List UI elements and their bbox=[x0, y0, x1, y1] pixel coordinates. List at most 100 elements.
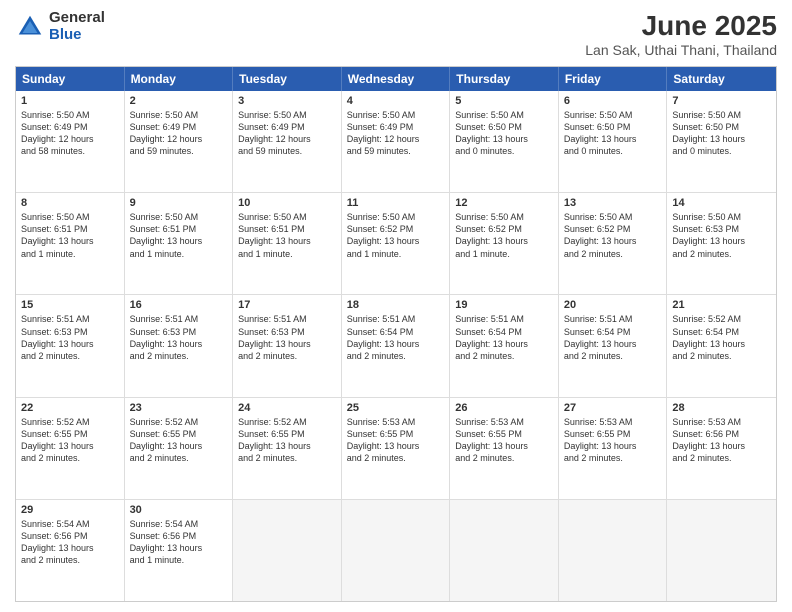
day-number: 14 bbox=[672, 197, 771, 209]
calendar-cell-3-1: 23 Sunrise: 5:52 AM Sunset: 6:55 PM Dayli… bbox=[125, 398, 234, 499]
calendar-row-4: 29Sunrise: 5:54 AM Sunset: 6:56 PM Dayli… bbox=[16, 499, 776, 601]
calendar-cell-1-6: 14 Sunrise: 5:50 AM Sunset: 6:53 PM Dayli… bbox=[667, 193, 776, 294]
day-info: Sunrise: 5:50 AM Sunset: 6:50 PM Dayligh… bbox=[455, 109, 553, 158]
header: General Blue June 2025 Lan Sak, Uthai Th… bbox=[15, 10, 777, 58]
day-number: 22 bbox=[21, 402, 119, 414]
calendar-cell-2-1: 16Sunrise: 5:51 AM Sunset: 6:53 PM Dayli… bbox=[125, 295, 234, 396]
day-info: Sunrise: 5:51 AM Sunset: 6:53 PM Dayligh… bbox=[238, 313, 336, 362]
day-info: Sunrise: 5:50 AM Sunset: 6:49 PM Dayligh… bbox=[21, 109, 119, 158]
day-number: 24 bbox=[238, 402, 336, 414]
day-info: Sunrise: 5:50 AM Sunset: 6:49 PM Dayligh… bbox=[130, 109, 228, 158]
logo-general-label: General bbox=[49, 10, 105, 27]
day-number: 30 bbox=[130, 504, 228, 516]
calendar-cell-4-0: 29Sunrise: 5:54 AM Sunset: 6:56 PM Dayli… bbox=[16, 500, 125, 601]
calendar-cell-2-3: 18 Sunrise: 5:51 AM Sunset: 6:54 PM Dayli… bbox=[342, 295, 451, 396]
header-sunday: Sunday bbox=[16, 67, 125, 91]
location-title: Lan Sak, Uthai Thani, Thailand bbox=[585, 42, 777, 58]
day-info: Sunrise: 5:51 AM Sunset: 6:53 PM Dayligh… bbox=[21, 313, 119, 362]
calendar-cell-3-2: 24 Sunrise: 5:52 AM Sunset: 6:55 PM Dayli… bbox=[233, 398, 342, 499]
calendar-cell-1-2: 10 Sunrise: 5:50 AM Sunset: 6:51 PM Dayli… bbox=[233, 193, 342, 294]
calendar-cell-0-5: 6Sunrise: 5:50 AM Sunset: 6:50 PM Daylig… bbox=[559, 91, 668, 192]
calendar-body: 1 Sunrise: 5:50 AM Sunset: 6:49 PM Daylig… bbox=[16, 91, 776, 601]
day-number: 2 bbox=[130, 95, 228, 107]
day-number: 11 bbox=[347, 197, 445, 209]
logo-text: General Blue bbox=[49, 10, 105, 43]
day-number: 9 bbox=[130, 197, 228, 209]
day-info: Sunrise: 5:50 AM Sunset: 6:50 PM Dayligh… bbox=[564, 109, 662, 158]
calendar-cell-4-3 bbox=[342, 500, 451, 601]
day-number: 15 bbox=[21, 299, 119, 311]
day-number: 23 bbox=[130, 402, 228, 414]
day-info: Sunrise: 5:52 AM Sunset: 6:55 PM Dayligh… bbox=[238, 416, 336, 465]
day-number: 25 bbox=[347, 402, 445, 414]
day-number: 12 bbox=[455, 197, 553, 209]
calendar-header: Sunday Monday Tuesday Wednesday Thursday… bbox=[16, 67, 776, 91]
day-number: 21 bbox=[672, 299, 771, 311]
calendar-cell-4-1: 30Sunrise: 5:54 AM Sunset: 6:56 PM Dayli… bbox=[125, 500, 234, 601]
calendar: Sunday Monday Tuesday Wednesday Thursday… bbox=[15, 66, 777, 602]
calendar-cell-0-0: 1 Sunrise: 5:50 AM Sunset: 6:49 PM Daylig… bbox=[16, 91, 125, 192]
day-number: 16 bbox=[130, 299, 228, 311]
day-info: Sunrise: 5:50 AM Sunset: 6:51 PM Dayligh… bbox=[238, 211, 336, 260]
header-saturday: Saturday bbox=[667, 67, 776, 91]
day-info: Sunrise: 5:52 AM Sunset: 6:55 PM Dayligh… bbox=[130, 416, 228, 465]
day-number: 28 bbox=[672, 402, 771, 414]
day-info: Sunrise: 5:53 AM Sunset: 6:55 PM Dayligh… bbox=[564, 416, 662, 465]
day-info: Sunrise: 5:51 AM Sunset: 6:54 PM Dayligh… bbox=[564, 313, 662, 362]
header-thursday: Thursday bbox=[450, 67, 559, 91]
calendar-cell-3-5: 27Sunrise: 5:53 AM Sunset: 6:55 PM Dayli… bbox=[559, 398, 668, 499]
day-info: Sunrise: 5:50 AM Sunset: 6:52 PM Dayligh… bbox=[455, 211, 553, 260]
calendar-row-2: 15 Sunrise: 5:51 AM Sunset: 6:53 PM Dayli… bbox=[16, 294, 776, 396]
day-number: 26 bbox=[455, 402, 553, 414]
logo-icon bbox=[15, 12, 45, 42]
day-info: Sunrise: 5:50 AM Sunset: 6:50 PM Dayligh… bbox=[672, 109, 771, 158]
calendar-cell-3-3: 25 Sunrise: 5:53 AM Sunset: 6:55 PM Dayli… bbox=[342, 398, 451, 499]
day-number: 10 bbox=[238, 197, 336, 209]
calendar-cell-1-5: 13 Sunrise: 5:50 AM Sunset: 6:52 PM Dayli… bbox=[559, 193, 668, 294]
day-number: 8 bbox=[21, 197, 119, 209]
calendar-cell-0-2: 3Sunrise: 5:50 AM Sunset: 6:49 PM Daylig… bbox=[233, 91, 342, 192]
calendar-cell-3-0: 22Sunrise: 5:52 AM Sunset: 6:55 PM Dayli… bbox=[16, 398, 125, 499]
calendar-cell-4-4 bbox=[450, 500, 559, 601]
day-info: Sunrise: 5:53 AM Sunset: 6:56 PM Dayligh… bbox=[672, 416, 771, 465]
day-number: 18 bbox=[347, 299, 445, 311]
calendar-cell-3-6: 28 Sunrise: 5:53 AM Sunset: 6:56 PM Dayli… bbox=[667, 398, 776, 499]
day-info: Sunrise: 5:50 AM Sunset: 6:52 PM Dayligh… bbox=[564, 211, 662, 260]
calendar-row-3: 22 Sunrise: 5:52 AM Sunset: 6:55 PM Dayli… bbox=[16, 397, 776, 499]
day-number: 1 bbox=[21, 95, 119, 107]
day-number: 4 bbox=[347, 95, 445, 107]
day-info: Sunrise: 5:50 AM Sunset: 6:49 PM Dayligh… bbox=[347, 109, 445, 158]
calendar-cell-1-4: 12 Sunrise: 5:50 AM Sunset: 6:52 PM Dayli… bbox=[450, 193, 559, 294]
calendar-cell-4-5 bbox=[559, 500, 668, 601]
calendar-cell-1-3: 11 Sunrise: 5:50 AM Sunset: 6:52 PM Dayli… bbox=[342, 193, 451, 294]
calendar-cell-2-2: 17 Sunrise: 5:51 AM Sunset: 6:53 PM Dayli… bbox=[233, 295, 342, 396]
day-number: 3 bbox=[238, 95, 336, 107]
day-number: 5 bbox=[455, 95, 553, 107]
day-info: Sunrise: 5:50 AM Sunset: 6:52 PM Dayligh… bbox=[347, 211, 445, 260]
day-info: Sunrise: 5:51 AM Sunset: 6:54 PM Dayligh… bbox=[347, 313, 445, 362]
logo: General Blue bbox=[15, 10, 105, 43]
day-info: Sunrise: 5:53 AM Sunset: 6:55 PM Dayligh… bbox=[347, 416, 445, 465]
calendar-cell-0-3: 4 Sunrise: 5:50 AM Sunset: 6:49 PM Daylig… bbox=[342, 91, 451, 192]
calendar-cell-4-6 bbox=[667, 500, 776, 601]
header-monday: Monday bbox=[125, 67, 234, 91]
day-info: Sunrise: 5:54 AM Sunset: 6:56 PM Dayligh… bbox=[21, 518, 119, 567]
day-number: 7 bbox=[672, 95, 771, 107]
calendar-row-0: 1 Sunrise: 5:50 AM Sunset: 6:49 PM Daylig… bbox=[16, 91, 776, 192]
day-info: Sunrise: 5:50 AM Sunset: 6:53 PM Dayligh… bbox=[672, 211, 771, 260]
header-tuesday: Tuesday bbox=[233, 67, 342, 91]
day-info: Sunrise: 5:52 AM Sunset: 6:54 PM Dayligh… bbox=[672, 313, 771, 362]
calendar-cell-1-0: 8Sunrise: 5:50 AM Sunset: 6:51 PM Daylig… bbox=[16, 193, 125, 294]
month-title: June 2025 bbox=[585, 10, 777, 42]
calendar-cell-4-2 bbox=[233, 500, 342, 601]
calendar-cell-2-5: 20Sunrise: 5:51 AM Sunset: 6:54 PM Dayli… bbox=[559, 295, 668, 396]
day-number: 17 bbox=[238, 299, 336, 311]
page: General Blue June 2025 Lan Sak, Uthai Th… bbox=[0, 0, 792, 612]
calendar-cell-1-1: 9 Sunrise: 5:50 AM Sunset: 6:51 PM Daylig… bbox=[125, 193, 234, 294]
calendar-cell-2-0: 15 Sunrise: 5:51 AM Sunset: 6:53 PM Dayli… bbox=[16, 295, 125, 396]
calendar-cell-2-6: 21 Sunrise: 5:52 AM Sunset: 6:54 PM Dayli… bbox=[667, 295, 776, 396]
day-number: 13 bbox=[564, 197, 662, 209]
calendar-cell-0-1: 2 Sunrise: 5:50 AM Sunset: 6:49 PM Daylig… bbox=[125, 91, 234, 192]
title-block: June 2025 Lan Sak, Uthai Thani, Thailand bbox=[585, 10, 777, 58]
day-info: Sunrise: 5:50 AM Sunset: 6:51 PM Dayligh… bbox=[130, 211, 228, 260]
